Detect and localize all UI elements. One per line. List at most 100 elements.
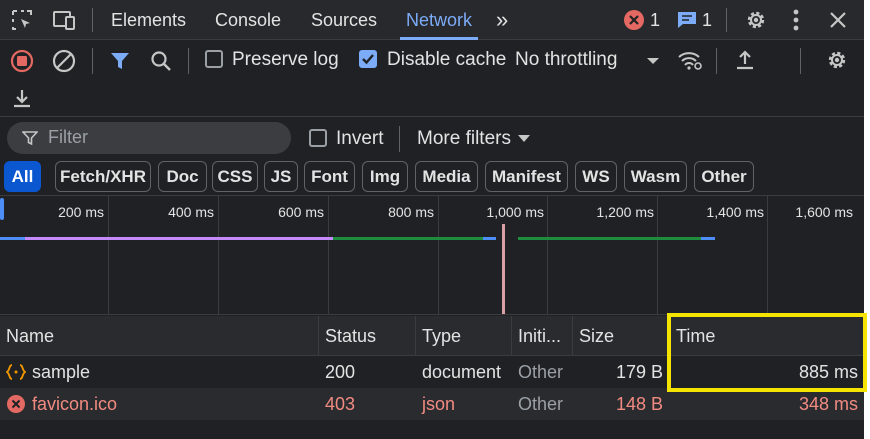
tick-label: 600 ms	[278, 204, 324, 220]
type-filter-ws[interactable]: WS	[575, 161, 617, 192]
throttling-select[interactable]: No throttling	[515, 49, 617, 71]
grid-line	[547, 196, 548, 314]
type-filter-doc[interactable]: Doc	[158, 161, 207, 192]
request-type: json	[422, 394, 456, 414]
network-settings-gear-icon[interactable]	[823, 46, 851, 74]
column-header-type[interactable]: Type	[416, 316, 461, 356]
request-name[interactable]: favicon.ico	[26, 388, 117, 420]
type-filter-all[interactable]: All	[4, 161, 41, 192]
tick-label: 800 ms	[388, 204, 434, 220]
inspect-element-icon[interactable]	[8, 6, 36, 34]
request-time: 348 ms	[798, 394, 858, 414]
chevron-down-icon[interactable]	[644, 54, 662, 68]
invert-label[interactable]: Invert	[336, 128, 384, 150]
network-toolbar: Preserve log Disable cache No throttling	[0, 40, 864, 117]
chevron-down-icon[interactable]	[517, 133, 531, 145]
grid-line	[657, 196, 658, 314]
filter-funnel-icon	[21, 129, 39, 147]
column-header-size[interactable]: Size	[573, 316, 614, 356]
tab-console[interactable]: Console	[215, 0, 281, 40]
tab-network[interactable]: Network	[399, 0, 479, 40]
network-conditions-icon[interactable]	[676, 46, 704, 74]
type-filter-media[interactable]: Media	[415, 161, 478, 192]
column-header-name[interactable]: Name	[0, 316, 54, 356]
type-filter-other[interactable]: Other	[694, 161, 754, 192]
table-row[interactable]: favicon.ico 403 json Other 148 B 348 ms	[0, 388, 864, 420]
tick-label: 1,400 ms	[706, 204, 764, 220]
message-icon[interactable]	[676, 10, 698, 30]
error-icon[interactable]	[624, 10, 644, 30]
overview-left-handle[interactable]	[0, 198, 4, 220]
request-initiator: Other	[518, 394, 564, 414]
type-filter-wasm[interactable]: Wasm	[624, 161, 687, 192]
grid-line	[328, 196, 329, 314]
filter-placeholder[interactable]: Filter	[48, 127, 88, 148]
preserve-log-checkbox[interactable]	[205, 50, 223, 68]
timing-bar-end	[483, 237, 496, 240]
timing-bar-queued	[0, 237, 25, 240]
close-icon[interactable]	[824, 6, 852, 34]
document-icon	[6, 363, 26, 381]
request-name[interactable]: sample	[26, 356, 90, 388]
export-har-icon[interactable]	[9, 84, 35, 112]
divider	[92, 8, 93, 32]
request-type: document	[422, 362, 502, 382]
tick-label: 400 ms	[168, 204, 214, 220]
type-filter-img[interactable]: Img	[362, 161, 408, 192]
stop-recording-icon[interactable]	[9, 48, 35, 74]
time-column-highlight	[667, 313, 867, 392]
request-status: 200	[325, 362, 356, 382]
divider	[188, 48, 189, 74]
type-filter-manifest[interactable]: Manifest	[485, 161, 568, 192]
type-filter-font[interactable]: Font	[304, 161, 355, 192]
tick-label: 1,000 ms	[486, 204, 544, 220]
invert-checkbox[interactable]	[309, 129, 327, 147]
divider	[716, 48, 717, 74]
more-tabs-button[interactable]: »	[496, 0, 508, 40]
tick-label: 200 ms	[58, 204, 104, 220]
filter-icon[interactable]	[107, 48, 133, 74]
error-count[interactable]: 1	[650, 0, 660, 40]
divider	[92, 48, 93, 74]
timing-bar-end	[701, 237, 715, 240]
network-overview-timeline[interactable]: 200 ms 400 ms 600 ms 800 ms 1,000 ms 1,2…	[0, 195, 864, 315]
tick-label: 1,200 ms	[596, 204, 654, 220]
more-filters-dropdown[interactable]: More filters	[417, 128, 511, 150]
tab-sources[interactable]: Sources	[311, 0, 377, 40]
grid-line	[218, 196, 219, 314]
table-empty-row	[0, 420, 864, 439]
message-count[interactable]: 1	[702, 0, 712, 40]
devtools-tab-bar: Elements Console Sources Network » 1 1	[0, 0, 864, 40]
request-size: 148 B	[615, 394, 663, 414]
request-status: 403	[325, 394, 356, 414]
request-initiator: Other	[518, 362, 564, 382]
divider	[800, 48, 801, 74]
import-har-icon[interactable]	[732, 46, 758, 74]
timing-bar-download	[333, 237, 483, 240]
settings-gear-icon[interactable]	[742, 6, 770, 34]
clear-icon[interactable]	[51, 48, 77, 74]
error-icon	[7, 395, 25, 413]
tab-elements[interactable]: Elements	[111, 0, 186, 40]
request-size: 179 B	[615, 362, 663, 382]
preserve-log-label[interactable]: Preserve log	[232, 49, 339, 71]
grid-line	[767, 196, 768, 314]
divider	[726, 8, 727, 32]
load-event-marker	[502, 224, 505, 314]
disable-cache-checkbox[interactable]	[359, 50, 377, 68]
grid-line	[438, 196, 439, 314]
timing-bar-download	[518, 237, 701, 240]
column-header-status[interactable]: Status	[319, 316, 376, 356]
search-icon[interactable]	[148, 48, 174, 74]
type-filter-css[interactable]: CSS	[212, 161, 258, 192]
filter-input-box[interactable]: Filter	[7, 122, 291, 154]
type-filter-fetch-xhr[interactable]: Fetch/XHR	[55, 161, 151, 192]
device-toolbar-icon[interactable]	[50, 6, 78, 34]
disable-cache-label[interactable]: Disable cache	[387, 49, 506, 71]
tick-label: 1,600 ms	[795, 204, 853, 220]
divider	[399, 126, 400, 152]
kebab-menu-icon[interactable]	[784, 6, 808, 34]
type-filter-js[interactable]: JS	[264, 161, 298, 192]
grid-line	[108, 196, 109, 314]
column-header-initiator[interactable]: Initi...	[512, 316, 561, 356]
